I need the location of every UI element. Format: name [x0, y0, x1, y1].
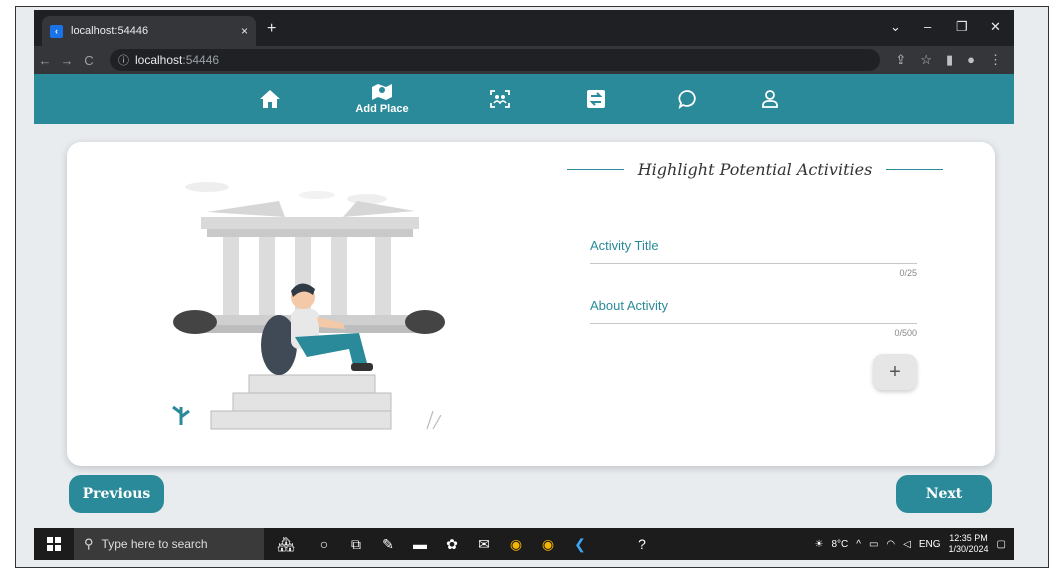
restore-icon[interactable]: ❐ [956, 19, 968, 35]
activity-title-counter: 0/25 [899, 268, 917, 278]
url-host: localhost [135, 53, 183, 67]
flutter-favicon-icon: ‹ [50, 24, 63, 38]
windows-logo-icon [47, 537, 61, 551]
chrome-icon[interactable]: ◉ [500, 536, 532, 553]
pen-app-icon[interactable]: ✎ [372, 536, 404, 553]
notifications-icon[interactable]: ▢ [997, 539, 1006, 550]
task-view-icon[interactable]: ⧉ [340, 536, 372, 553]
add-activity-button[interactable]: + [873, 354, 917, 390]
browser-tab-bar: ‹ localhost:54446 × + ⌄ – ❐ ✕ [34, 10, 1014, 46]
battery-icon[interactable]: ▭ [869, 539, 878, 550]
activity-title-input[interactable]: Activity Title [590, 238, 917, 264]
start-button[interactable] [34, 537, 74, 551]
tab-title: localhost:54446 [71, 25, 149, 37]
taskbar-search-placeholder: Type here to search [101, 537, 208, 551]
volume-icon[interactable]: ◁ [903, 539, 911, 550]
taskbar-search[interactable]: ⚲ Type here to search [74, 528, 264, 560]
nav-home[interactable] [256, 74, 284, 124]
site-info-icon[interactable]: ⓘ [118, 52, 129, 68]
nav-profile[interactable] [756, 74, 784, 124]
language-indicator[interactable]: ENG [919, 539, 941, 550]
nav-add-place[interactable]: Add Place [352, 74, 412, 124]
travel-illustration [172, 182, 445, 430]
clock-date: 1/30/2024 [948, 544, 989, 554]
image-swap-icon [587, 90, 605, 108]
weather-temp[interactable]: 8°C [831, 539, 848, 550]
share-icon[interactable]: ⇪ [895, 52, 906, 68]
weather-icon[interactable]: ☀ [814, 539, 823, 550]
cortana-icon[interactable]: ○ [308, 536, 340, 552]
activity-title-field[interactable]: Activity Title 0/25 [590, 238, 917, 278]
profile-icon[interactable]: ● [967, 52, 975, 68]
browser-address-bar: ← → C ⓘ localhost :54446 ⇪ ☆ ▮ ● ⋮ [34, 46, 1014, 74]
wifi-icon[interactable]: ◠ [886, 539, 895, 550]
title-divider-right [886, 169, 944, 170]
chat-bubble-icon [678, 90, 696, 109]
search-highlight-icon[interactable]: 🏘 [264, 536, 308, 553]
section-title-text: Highlight Potential Activities [637, 160, 873, 179]
vscode-icon[interactable]: ❮ [564, 536, 596, 553]
about-activity-input[interactable]: About Activity [590, 298, 917, 324]
user-icon [762, 90, 778, 108]
app-header: Add Place [34, 74, 1014, 124]
new-tab-button[interactable]: + [267, 20, 276, 38]
tab-close-icon[interactable]: × [241, 24, 248, 38]
search-icon: ⚲ [84, 536, 94, 551]
nav-chat[interactable] [674, 74, 702, 124]
help-icon[interactable]: ? [626, 536, 658, 552]
next-button[interactable]: Next [896, 475, 992, 513]
browser-tab[interactable]: ‹ localhost:54446 × [42, 16, 256, 46]
activity-card: Highlight Potential Activities Activity … [67, 142, 995, 466]
windows-taskbar: ⚲ Type here to search 🏘 ○ ⧉ ✎ ▬ ✿ ✉ ◉ ◉ … [34, 528, 1014, 560]
menu-kebab-icon[interactable]: ⋮ [989, 52, 1002, 68]
section-title: Highlight Potential Activities [567, 160, 944, 179]
side-panel-icon[interactable]: ▮ [946, 52, 953, 68]
back-icon[interactable]: ← [34, 53, 56, 68]
tab-search-icon[interactable]: ⌄ [890, 19, 901, 35]
url-port: :54446 [182, 53, 220, 67]
reload-icon[interactable]: C [78, 53, 100, 68]
file-explorer-icon[interactable]: ▬ [404, 536, 436, 552]
about-activity-counter: 0/500 [894, 328, 917, 338]
system-tray: ☀ 8°C ^ ▭ ◠ ◁ ENG 12:35 PM 1/30/2024 ▢ [814, 533, 1014, 555]
nav-community[interactable] [486, 74, 514, 124]
map-pin-icon [372, 84, 392, 100]
nav-add-place-label: Add Place [355, 103, 409, 115]
url-input[interactable]: ⓘ localhost :54446 [110, 49, 880, 71]
forward-icon[interactable]: → [56, 53, 78, 68]
page-body: Highlight Potential Activities Activity … [34, 124, 1014, 528]
chrome-canary-icon[interactable]: ◉ [532, 536, 564, 553]
paint-icon[interactable]: ✿ [436, 536, 468, 553]
clock[interactable]: 12:35 PM 1/30/2024 [949, 533, 989, 555]
bookmark-star-icon[interactable]: ☆ [920, 52, 932, 68]
home-icon [260, 90, 280, 108]
nav-gallery[interactable] [582, 74, 610, 124]
mail-icon[interactable]: ✉ [468, 536, 500, 553]
minimize-icon[interactable]: – [924, 19, 931, 34]
about-activity-field[interactable]: About Activity 0/500 [590, 298, 917, 338]
clock-time: 12:35 PM [949, 533, 988, 543]
previous-button[interactable]: Previous [69, 475, 164, 513]
close-window-icon[interactable]: ✕ [990, 19, 1001, 35]
title-divider-left [567, 169, 624, 170]
group-scan-icon [490, 90, 510, 108]
tray-chevron-icon[interactable]: ^ [856, 539, 861, 550]
